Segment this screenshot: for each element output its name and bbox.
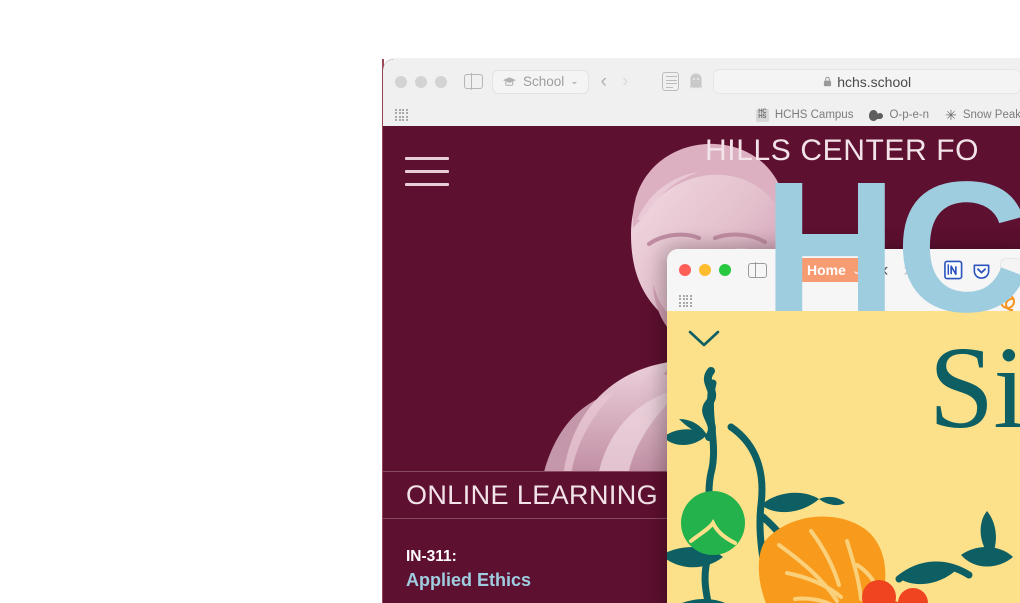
bookmark-open[interactable]: O-p-e-n [869,109,929,122]
chevron-down-icon: ⌄ [570,76,579,87]
profile-label-school: School [523,74,565,89]
chevron-down-icon [688,330,720,347]
traffic-lights-front[interactable] [679,264,731,276]
reader-view-button[interactable] [662,72,680,91]
lock-icon [824,76,832,87]
url-text: hchs.school [837,73,912,90]
ghost-privacy-button[interactable] [688,72,704,91]
close-button[interactable] [395,75,407,88]
graduation-cap-icon [502,76,517,86]
close-button[interactable] [679,264,691,276]
profile-switcher-school[interactable]: School ⌄ [492,69,589,94]
browser-chrome-back: School ⌄ ‹ › hchs.school HC HS HCHS Camp… [383,59,1020,126]
botanical-illustration [667,365,1020,603]
minimize-button[interactable] [415,75,427,88]
reader-view-icon [662,72,680,91]
bookmarks-bar-back: HC HS HCHS Campus O-p-e-n ✳ Snow Peak [383,104,1020,126]
bookmark-label: Snow Peak [962,109,1020,121]
back-button[interactable]: ‹ [598,72,610,91]
bookmark-label: HCHS Campus [774,109,854,121]
desktop-screen: School ⌄ ‹ › hchs.school HC HS HCHS Camp… [0,0,1020,603]
site-bigmark: HC [763,144,1020,351]
hamburger-menu-icon[interactable] [405,157,449,196]
forward-button[interactable]: › [619,72,631,91]
blob-favicon [869,109,884,122]
toolbar-back: School ⌄ ‹ › hchs.school [383,59,1020,104]
wordmark-line1: HILLS CENTER FO [705,134,980,167]
zoom-button[interactable] [719,264,731,276]
site-wordmark: HILLS CENTER FO [705,134,1020,168]
sidebar-toggle-button[interactable] [464,73,483,90]
apps-grid-icon[interactable] [395,108,408,122]
address-bar-back[interactable]: hchs.school [713,69,1020,94]
bookmark-label: O-p-e-n [889,109,930,121]
apps-grid-icon[interactable] [679,294,692,308]
minimize-button[interactable] [699,264,711,276]
ghost-privacy-icon [690,73,702,89]
sidebar-icon [464,73,483,90]
traffic-lights-back[interactable] [395,75,447,88]
bookmark-hchs-campus[interactable]: HC HS HCHS Campus [755,108,854,122]
bookmark-snow-peak[interactable]: ✳ Snow Peak [945,108,1020,122]
chevron-down-button[interactable] [687,329,721,349]
hchs-favicon: HC HS [755,108,769,122]
asterisk-favicon: ✳ [945,107,957,123]
zoom-button[interactable] [435,75,447,88]
home-page-content: Si [667,311,1020,603]
